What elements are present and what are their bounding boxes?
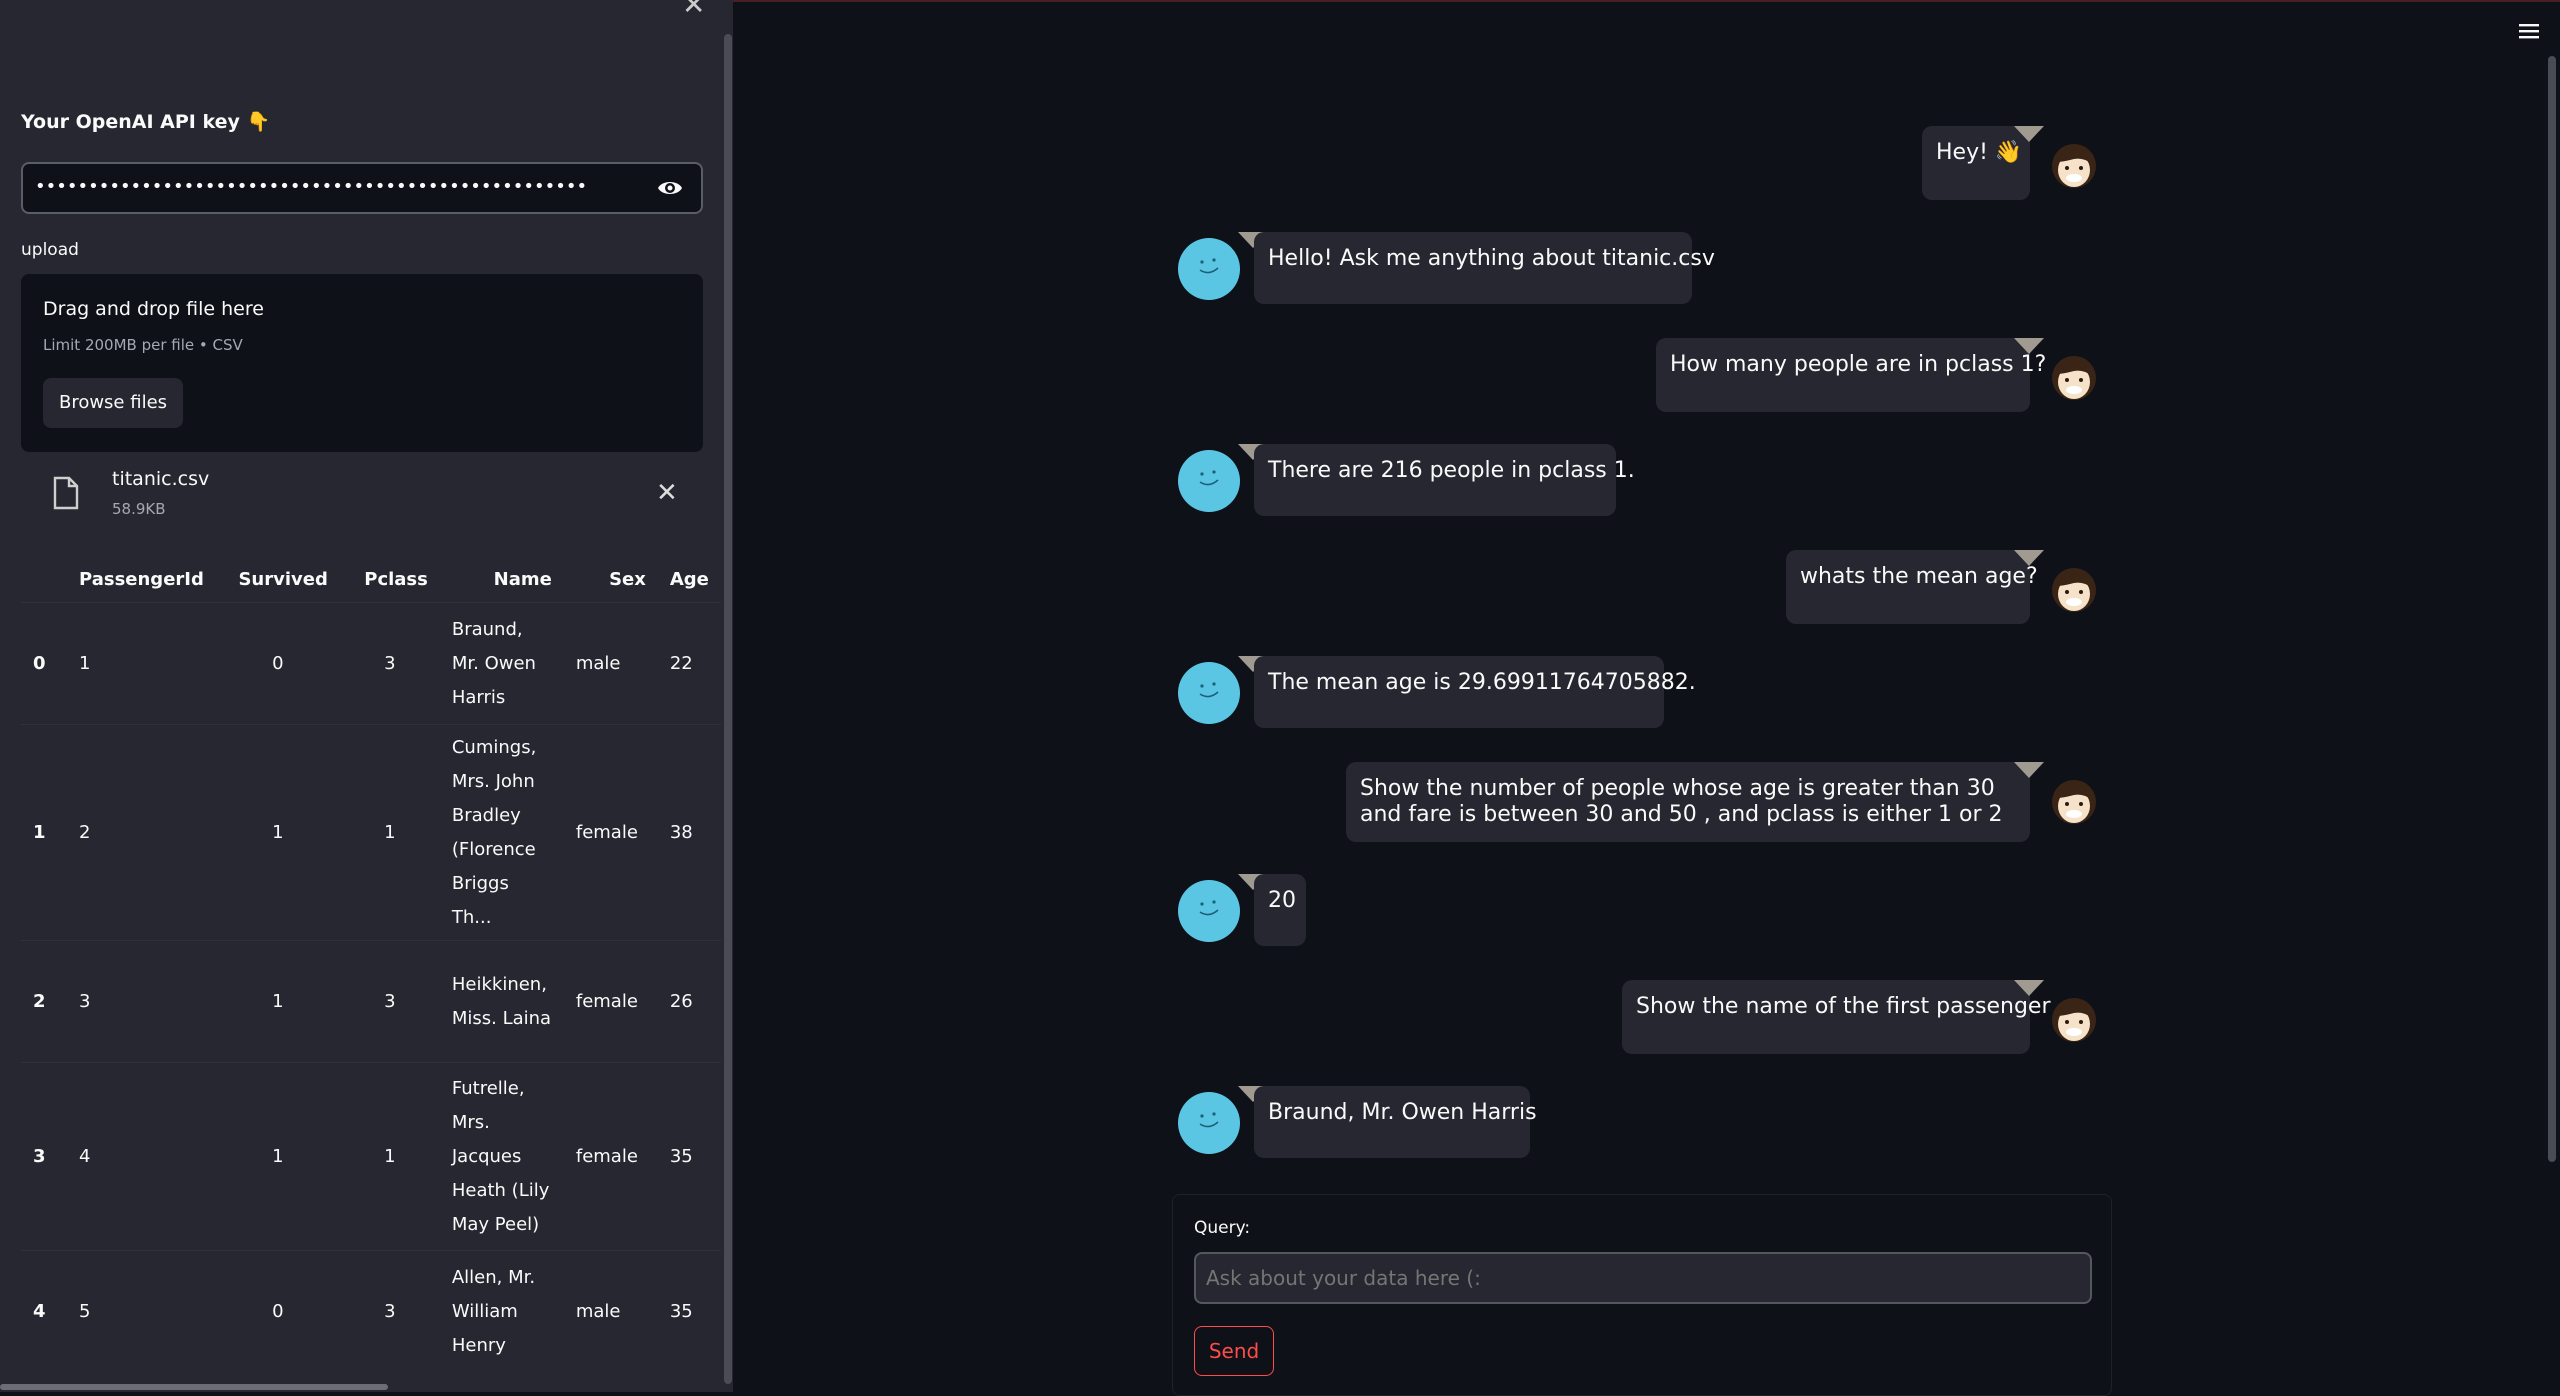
browse-files-button[interactable]: Browse files	[43, 378, 183, 428]
column-header[interactable]: Survived	[216, 556, 340, 603]
row-index: 3	[21, 1062, 67, 1251]
column-header[interactable]: Name	[440, 556, 564, 603]
table-cell: Allen, Mr. William Henry	[439, 1250, 564, 1373]
table-cell: female	[563, 1062, 658, 1251]
table-cell: 3	[339, 940, 440, 1063]
user-bubble-tail	[2014, 762, 2044, 778]
column-header[interactable]: PassengerId	[67, 556, 216, 603]
bot-avatar	[1178, 1092, 1240, 1154]
table-header-row: PassengerId Survived Pclass Name Sex Age	[21, 556, 721, 603]
table-cell: 3	[339, 1250, 440, 1373]
api-key-label: Your OpenAI API key 👇	[21, 111, 271, 133]
api-key-input[interactable]: ••••••••••••••••••••••••••••••••••••••••…	[21, 162, 703, 214]
column-header[interactable]: Age	[658, 556, 721, 603]
user-avatar	[2046, 990, 2102, 1046]
row-index: 1	[21, 724, 67, 941]
user-message: whats the mean age?	[1786, 550, 2038, 624]
column-header[interactable]: Sex	[564, 556, 658, 603]
user-bubble-tail	[2014, 126, 2044, 142]
uploaded-file-size: 58.9KB	[112, 500, 166, 518]
table-cell: 1	[339, 724, 440, 941]
column-header[interactable]	[21, 556, 67, 603]
table-row[interactable]: 0 1 0 3 Braund, Mr. Owen Harris male 22	[21, 602, 721, 725]
bot-avatar	[1178, 662, 1240, 724]
menu-icon[interactable]	[2518, 22, 2540, 44]
table-cell: 3	[339, 602, 440, 725]
table-cell: 38	[657, 724, 721, 941]
dataframe-table: PassengerId Survived Pclass Name Sex Age…	[21, 556, 721, 1373]
sidebar-scrollbar[interactable]	[724, 34, 732, 1384]
bot-message: 20	[1254, 874, 1306, 946]
user-avatar	[2046, 136, 2102, 192]
column-header[interactable]: Pclass	[340, 556, 440, 603]
table-cell: 1	[339, 1062, 440, 1251]
table-cell: Heikkinen, Miss. Laina	[439, 940, 564, 1063]
eye-icon[interactable]	[657, 178, 683, 202]
user-message: Show the name of the first passenger	[1622, 980, 2051, 1054]
close-sidebar-icon[interactable]: ✕	[682, 0, 705, 21]
main-scrollbar[interactable]	[2548, 56, 2556, 1162]
table-cell: 0	[215, 1250, 340, 1373]
table-cell: 1	[215, 940, 340, 1063]
user-bubble-tail	[2014, 550, 2044, 566]
table-cell: 26	[657, 940, 721, 1063]
bot-message: The mean age is 29.69911764705882.	[1254, 656, 1696, 728]
user-avatar	[2046, 560, 2102, 616]
table-cell: 4	[67, 1062, 216, 1251]
table-row[interactable]: 3 4 1 1 Futrelle, Mrs. Jacques Heath (Li…	[21, 1062, 721, 1251]
query-input[interactable]	[1194, 1252, 2092, 1304]
bot-avatar	[1178, 880, 1240, 942]
sidebar: ✕ Your OpenAI API key 👇 ••••••••••••••••…	[0, 0, 733, 1392]
table-cell: male	[563, 1250, 658, 1373]
user-message: Show the number of people whose age is g…	[1346, 762, 2030, 842]
table-horizontal-scrollbar[interactable]	[0, 1384, 388, 1390]
table-cell: 35	[657, 1062, 721, 1251]
table-cell: 0	[215, 602, 340, 725]
table-cell: 1	[215, 724, 340, 941]
table-cell: 5	[67, 1250, 216, 1373]
query-label: Query:	[1194, 1218, 1251, 1238]
dropzone-title: Drag and drop file here	[43, 298, 264, 320]
file-icon	[52, 476, 80, 514]
table-cell: 1	[67, 602, 216, 725]
table-cell: 22	[657, 602, 721, 725]
table-row[interactable]: 4 5 0 3 Allen, Mr. William Henry male 35	[21, 1250, 721, 1373]
table-cell: female	[563, 940, 658, 1063]
table-cell: 3	[67, 940, 216, 1063]
uploaded-file-name: titanic.csv	[112, 468, 210, 490]
user-message: How many people are in pclass 1?	[1656, 338, 2046, 412]
remove-file-icon[interactable]: ✕	[656, 478, 678, 508]
user-bubble-tail	[2014, 338, 2044, 354]
table-cell: Braund, Mr. Owen Harris	[439, 602, 564, 725]
bot-avatar	[1178, 450, 1240, 512]
table-cell: 1	[215, 1062, 340, 1251]
upload-label: upload	[21, 240, 79, 260]
file-dropzone[interactable]: Drag and drop file here Limit 200MB per …	[21, 274, 703, 452]
table-cell: male	[563, 602, 658, 725]
bot-message: There are 216 people in pclass 1.	[1254, 444, 1635, 516]
row-index: 4	[21, 1250, 67, 1373]
table-cell: female	[563, 724, 658, 941]
bot-message: Hello! Ask me anything about titanic.csv	[1254, 232, 1715, 304]
table-cell: 35	[657, 1250, 721, 1373]
user-avatar	[2046, 772, 2102, 828]
api-key-value: ••••••••••••••••••••••••••••••••••••••••…	[35, 176, 588, 197]
table-cell: 2	[67, 724, 216, 941]
user-avatar	[2046, 348, 2102, 404]
send-button[interactable]: Send	[1194, 1326, 1274, 1376]
table-cell: Futrelle, Mrs. Jacques Heath (Lily May P…	[439, 1062, 564, 1251]
table-cell: Cumings, Mrs. John Bradley (Florence Bri…	[439, 724, 564, 941]
dropzone-limit: Limit 200MB per file • CSV	[43, 336, 243, 354]
row-index: 0	[21, 602, 67, 725]
row-index: 2	[21, 940, 67, 1063]
table-row[interactable]: 1 2 1 1 Cumings, Mrs. John Bradley (Flor…	[21, 724, 721, 941]
user-bubble-tail	[2014, 980, 2044, 996]
bot-avatar	[1178, 238, 1240, 300]
table-row[interactable]: 2 3 1 3 Heikkinen, Miss. Laina female 26	[21, 940, 721, 1063]
bot-message: Braund, Mr. Owen Harris	[1254, 1086, 1537, 1158]
